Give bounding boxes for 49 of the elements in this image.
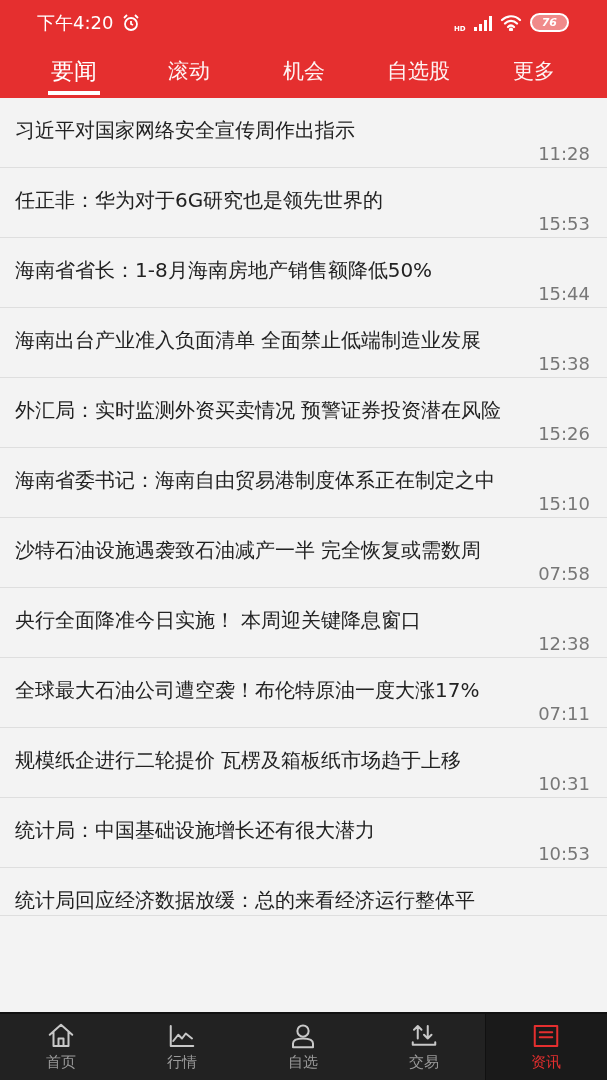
- news-time: 15:26: [538, 423, 591, 445]
- news-time: 07:11: [538, 703, 591, 725]
- nav-tab[interactable]: 交易: [363, 1014, 485, 1080]
- news-item[interactable]: 海南省委书记：海南自由贸易港制度体系正在制定之中 15:10: [0, 448, 607, 518]
- news-time: 15:38: [538, 353, 591, 375]
- news-item[interactable]: 央行全面降准今日实施！ 本周迎关键降息窗口 12:38: [0, 588, 607, 658]
- news-title: 海南出台产业准入负面清单 全面禁止低端制造业发展: [15, 328, 483, 353]
- news-title: 统计局回应经济数据放缓：总的来看经济运行整体平: [15, 888, 476, 913]
- news-tab[interactable]: 自选股: [361, 45, 476, 98]
- news-item[interactable]: 沙特石油设施遇袭致石油减产一半 完全恢复或需数周 07:58: [0, 518, 607, 588]
- news-tab[interactable]: 滚动: [131, 45, 246, 98]
- nav-tab[interactable]: 首页: [0, 1014, 122, 1080]
- news-title: 任正非：华为对于6G研究也是领先世界的: [15, 188, 385, 213]
- news-item[interactable]: 海南出台产业准入负面清单 全面禁止低端制造业发展 15:38: [0, 308, 607, 378]
- news-item[interactable]: 外汇局：实时监测外资买卖情况 预警证券投资潜在风险 15:26: [0, 378, 607, 448]
- news-title: 习近平对国家网络安全宣传周作出指示: [15, 118, 356, 143]
- news-title: 全球最大石油公司遭空袭！布伦特原油一度大涨17%: [15, 678, 481, 703]
- nav-tab[interactable]: 资讯: [484, 1014, 607, 1080]
- status-time: 下午4:20: [37, 11, 114, 35]
- battery-indicator: 76: [529, 13, 569, 32]
- news-item[interactable]: 任正非：华为对于6G研究也是领先世界的 15:53: [0, 168, 607, 238]
- news-time: 15:53: [538, 213, 591, 235]
- news-time: 11:28: [538, 143, 591, 165]
- news-title: 沙特石油设施遇袭致石油减产一半 完全恢复或需数周: [15, 538, 483, 563]
- nav-tab[interactable]: 行情: [121, 1014, 243, 1080]
- news-time: 10:31: [538, 773, 591, 795]
- signal-icon: [473, 14, 492, 31]
- news-time: 12:38: [538, 633, 591, 655]
- news-item[interactable]: 规模纸企进行二轮提价 瓦楞及箱板纸市场趋于上移 10:31: [0, 728, 607, 798]
- news-tab[interactable]: 机会: [246, 45, 361, 98]
- news-item[interactable]: 全球最大石油公司遭空袭！布伦特原油一度大涨17% 07:11: [0, 658, 607, 728]
- news-item[interactable]: 习近平对国家网络安全宣传周作出指示 11:28: [0, 98, 607, 168]
- nav-tab[interactable]: 自选: [242, 1014, 364, 1080]
- news-time: 15:44: [538, 283, 591, 305]
- news-title: 规模纸企进行二轮提价 瓦楞及箱板纸市场趋于上移: [15, 748, 463, 773]
- wifi-icon: [499, 14, 522, 31]
- news-title: 海南省委书记：海南自由贸易港制度体系正在制定之中: [15, 468, 496, 493]
- news-item[interactable]: 海南省省长：1-8月海南房地产销售额降低50% 15:44: [0, 238, 607, 308]
- news-title: 海南省省长：1-8月海南房地产销售额降低50%: [15, 258, 434, 283]
- news-time: 10:53: [538, 843, 591, 865]
- news-tab[interactable]: 要闻: [16, 45, 131, 98]
- news-item[interactable]: 统计局回应经济数据放缓：总的来看经济运行整体平: [0, 868, 607, 916]
- news-time: 07:58: [538, 563, 591, 585]
- news-title: 央行全面降准今日实施！ 本周迎关键降息窗口: [15, 608, 423, 633]
- news-title: 外汇局：实时监测外资买卖情况 预警证券投资潜在风险: [15, 398, 503, 423]
- news-tab[interactable]: 更多: [476, 45, 591, 98]
- news-title: 统计局：中国基础设施增长还有很大潜力: [15, 818, 376, 843]
- news-item[interactable]: 统计局：中国基础设施增长还有很大潜力 10:53: [0, 798, 607, 868]
- news-time: 15:10: [538, 493, 591, 515]
